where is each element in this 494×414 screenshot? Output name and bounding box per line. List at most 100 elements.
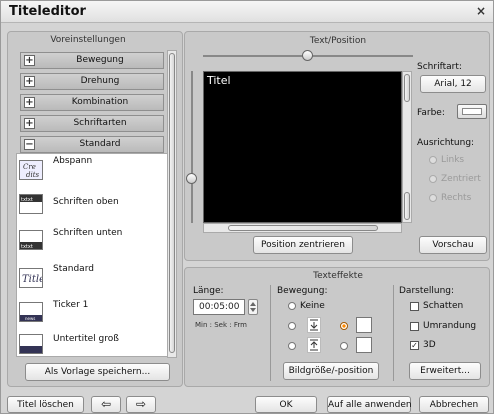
list-item[interactable]: txtxt Schriften unten: [17, 226, 167, 262]
motion-in-icon: [307, 317, 321, 333]
close-icon[interactable]: ×: [474, 4, 488, 18]
3d-checkbox[interactable]: ✓: [410, 341, 419, 350]
style-list: Cre dits Abspann txtxt Schriften oben txt…: [16, 153, 168, 357]
horizontal-position-handle[interactable]: [302, 50, 313, 61]
text-bottom-thumbnail-icon: txtxt: [19, 230, 43, 250]
svg-text:Title: Title: [22, 274, 42, 285]
preview-horizontal-scrollbar[interactable]: [203, 223, 402, 233]
style-label: Abspann: [53, 156, 93, 166]
text-position-header: Text/Position: [309, 36, 367, 46]
arrow-left-icon: ⇦: [100, 397, 112, 411]
preset-category-label: Schriftarten: [73, 118, 127, 128]
delete-title-button[interactable]: Titel löschen: [7, 396, 84, 413]
style-label: Schriften oben: [53, 197, 119, 207]
collapse-icon[interactable]: −: [24, 139, 35, 150]
length-format-hint: Min : Sek : Frm: [195, 321, 247, 329]
motion-out-icon: [307, 337, 321, 353]
color-label: Farbe:: [417, 108, 445, 118]
length-value: 00:05:00: [199, 302, 240, 312]
outline-label: Umrandung: [423, 321, 477, 331]
list-item[interactable]: Untertitel groß: [17, 330, 167, 356]
advanced-button[interactable]: Erweitert...: [409, 362, 481, 380]
motion-option-4-swatch[interactable]: [356, 337, 372, 353]
preset-category-drehung[interactable]: + Drehung: [20, 73, 164, 90]
list-item[interactable]: Cre dits Abspann: [17, 154, 167, 190]
title-editor-window: Titeleditor × Voreinstellungen + Bewegun…: [0, 0, 494, 414]
previous-title-button[interactable]: ⇦: [91, 396, 121, 413]
display-label: Darstellung:: [399, 286, 455, 296]
preview-button[interactable]: Vorschau: [419, 236, 487, 254]
next-title-button[interactable]: ⇨: [126, 396, 156, 413]
svg-text:Cre: Cre: [23, 163, 36, 171]
center-position-button[interactable]: Position zentrieren: [253, 236, 353, 254]
list-item[interactable]: news Ticker 1: [17, 298, 167, 334]
presets-scrollbar-thumb[interactable]: [169, 53, 175, 353]
preset-category-label: Bewegung: [76, 55, 124, 65]
preview-hscroll-thumb[interactable]: [228, 225, 378, 231]
motion-option-4-radio[interactable]: [340, 342, 348, 350]
outline-checkbox[interactable]: [410, 322, 419, 331]
preview-vscroll-thumb-lower[interactable]: [404, 192, 410, 220]
divider: [270, 285, 271, 381]
preview-title-text[interactable]: Titel: [207, 74, 231, 87]
preset-category-schriftarten[interactable]: + Schriftarten: [20, 115, 164, 132]
alignment-label: Ausrichtung:: [417, 138, 475, 148]
svg-text:txtxt: txtxt: [21, 244, 33, 249]
font-button[interactable]: Arial, 12: [420, 75, 486, 93]
preview-vscroll-thumb[interactable]: [404, 74, 410, 102]
vertical-position-track[interactable]: [191, 71, 193, 223]
expand-icon[interactable]: +: [24, 55, 35, 66]
save-as-template-button[interactable]: Als Vorlage speichern...: [25, 363, 170, 381]
motion-label: Bewegung:: [277, 286, 328, 296]
preset-category-kombination[interactable]: + Kombination: [20, 94, 164, 111]
preset-category-label: Standard: [79, 139, 121, 149]
motion-option-3-radio[interactable]: [288, 342, 296, 350]
preset-category-label: Kombination: [71, 97, 129, 107]
align-right-radio[interactable]: [429, 194, 437, 202]
vertical-position-handle[interactable]: [186, 173, 197, 184]
motion-option-2-radio[interactable]: [340, 322, 348, 330]
arrow-right-icon: ⇨: [135, 397, 147, 411]
align-center-radio[interactable]: [429, 175, 437, 183]
svg-text:txtxt: txtxt: [21, 197, 33, 203]
length-input[interactable]: 00:05:00: [193, 299, 245, 315]
presets-header: Voreinstellungen: [50, 35, 126, 45]
apply-to-all-button[interactable]: Auf alle anwenden: [327, 396, 412, 413]
svg-text:news: news: [25, 316, 35, 321]
list-item[interactable]: Title Standard: [17, 262, 167, 298]
length-label: Länge:: [193, 286, 224, 296]
subtitle-thumbnail-icon: [19, 334, 43, 354]
text-effects-header: Texteffekte: [313, 271, 363, 281]
cancel-button[interactable]: Abbrechen: [419, 396, 489, 413]
3d-label: 3D: [423, 340, 436, 350]
align-right-label: Rechts: [441, 193, 472, 203]
image-size-position-button[interactable]: Bildgröße/-position: [283, 362, 379, 380]
style-label: Schriften unten: [53, 228, 123, 238]
motion-none-radio[interactable]: [288, 302, 296, 310]
preset-category-bewegung[interactable]: + Bewegung: [20, 52, 164, 69]
motion-none-label: Keine: [300, 301, 325, 311]
title-bar: Titeleditor ×: [1, 1, 493, 23]
motion-option-1-radio[interactable]: [288, 322, 296, 330]
preset-category-standard[interactable]: − Standard: [20, 136, 164, 153]
list-item[interactable]: txtxt Schriften oben: [17, 190, 167, 226]
color-swatch: [462, 108, 482, 115]
style-label: Untertitel groß: [53, 334, 119, 344]
expand-icon[interactable]: +: [24, 76, 35, 87]
expand-icon[interactable]: +: [24, 118, 35, 129]
svg-text:dits: dits: [26, 171, 40, 179]
preset-category-label: Drehung: [80, 76, 120, 86]
motion-option-2-swatch[interactable]: [356, 317, 372, 333]
ok-button[interactable]: OK: [255, 396, 317, 413]
credits-thumbnail-icon: Cre dits: [19, 160, 43, 180]
expand-icon[interactable]: +: [24, 97, 35, 108]
preview-canvas[interactable]: Titel: [203, 71, 402, 223]
preview-vertical-scrollbar[interactable]: [402, 71, 412, 223]
align-left-radio[interactable]: [429, 156, 437, 164]
presets-scrollbar[interactable]: [167, 50, 177, 358]
shadow-label: Schatten: [423, 301, 464, 311]
length-spinner[interactable]: [248, 299, 258, 315]
align-left-label: Links: [441, 155, 465, 165]
shadow-checkbox[interactable]: [410, 302, 419, 311]
color-button[interactable]: [457, 104, 487, 119]
